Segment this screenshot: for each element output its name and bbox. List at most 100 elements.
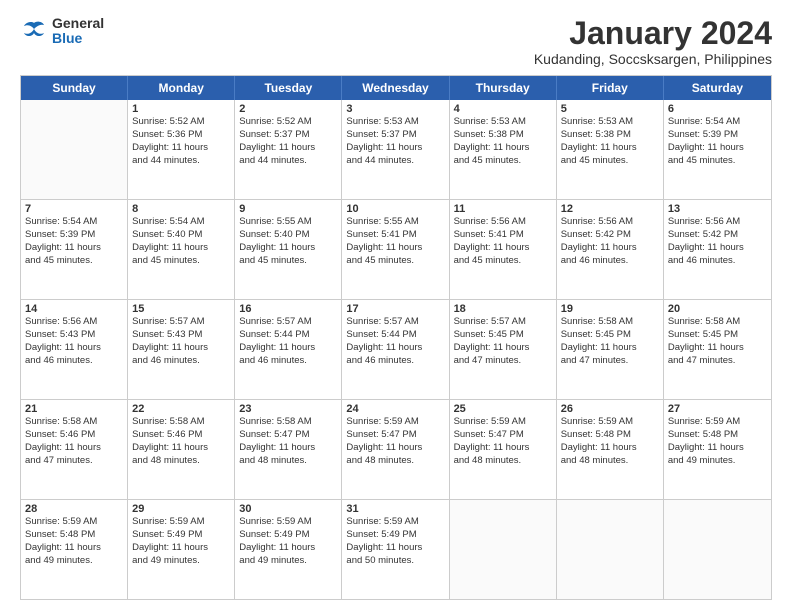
cell-line: and 49 minutes.	[668, 455, 767, 468]
cell-line: Sunset: 5:44 PM	[346, 329, 444, 342]
calendar-cell: 16Sunrise: 5:57 AMSunset: 5:44 PMDayligh…	[235, 300, 342, 399]
cell-line: Daylight: 11 hours	[25, 342, 123, 355]
cell-line: Sunset: 5:37 PM	[346, 129, 444, 142]
day-number: 22	[132, 403, 230, 415]
calendar-cell: 3Sunrise: 5:53 AMSunset: 5:37 PMDaylight…	[342, 100, 449, 199]
calendar-cell: 5Sunrise: 5:53 AMSunset: 5:38 PMDaylight…	[557, 100, 664, 199]
cell-line: and 47 minutes.	[668, 355, 767, 368]
cell-line: and 47 minutes.	[561, 355, 659, 368]
day-number: 15	[132, 303, 230, 315]
calendar-cell: 22Sunrise: 5:58 AMSunset: 5:46 PMDayligh…	[128, 400, 235, 499]
logo-text: General Blue	[52, 16, 104, 47]
calendar-cell: 17Sunrise: 5:57 AMSunset: 5:44 PMDayligh…	[342, 300, 449, 399]
cell-line: Daylight: 11 hours	[346, 342, 444, 355]
cell-line: Sunset: 5:47 PM	[454, 429, 552, 442]
cell-line: Sunrise: 5:56 AM	[454, 216, 552, 229]
cell-line: Sunrise: 5:53 AM	[454, 116, 552, 129]
day-number: 4	[454, 103, 552, 115]
calendar-cell: 30Sunrise: 5:59 AMSunset: 5:49 PMDayligh…	[235, 500, 342, 599]
cell-line: Daylight: 11 hours	[561, 242, 659, 255]
day-number: 2	[239, 103, 337, 115]
cell-line: Sunset: 5:41 PM	[346, 229, 444, 242]
calendar-cell: 8Sunrise: 5:54 AMSunset: 5:40 PMDaylight…	[128, 200, 235, 299]
cell-line: and 46 minutes.	[668, 255, 767, 268]
cell-line: Daylight: 11 hours	[132, 242, 230, 255]
cell-line: Sunset: 5:43 PM	[132, 329, 230, 342]
cell-line: Sunset: 5:41 PM	[454, 229, 552, 242]
day-number: 9	[239, 203, 337, 215]
cell-line: Sunrise: 5:59 AM	[454, 416, 552, 429]
day-number: 26	[561, 403, 659, 415]
header-day-sunday: Sunday	[21, 76, 128, 100]
cell-line: Daylight: 11 hours	[132, 442, 230, 455]
cell-line: Sunrise: 5:56 AM	[561, 216, 659, 229]
cell-line: and 45 minutes.	[454, 255, 552, 268]
day-number: 1	[132, 103, 230, 115]
cell-line: Daylight: 11 hours	[25, 442, 123, 455]
cell-line: Sunset: 5:40 PM	[132, 229, 230, 242]
calendar-cell: 4Sunrise: 5:53 AMSunset: 5:38 PMDaylight…	[450, 100, 557, 199]
cell-line: and 45 minutes.	[25, 255, 123, 268]
calendar-cell: 2Sunrise: 5:52 AMSunset: 5:37 PMDaylight…	[235, 100, 342, 199]
calendar-cell: 24Sunrise: 5:59 AMSunset: 5:47 PMDayligh…	[342, 400, 449, 499]
calendar-row-3: 21Sunrise: 5:58 AMSunset: 5:46 PMDayligh…	[21, 400, 771, 500]
day-number: 27	[668, 403, 767, 415]
cell-line: Sunset: 5:46 PM	[132, 429, 230, 442]
cell-line: Sunset: 5:47 PM	[346, 429, 444, 442]
cell-line: Sunset: 5:43 PM	[25, 329, 123, 342]
cell-line: and 46 minutes.	[561, 255, 659, 268]
calendar-row-4: 28Sunrise: 5:59 AMSunset: 5:48 PMDayligh…	[21, 500, 771, 599]
day-number: 31	[346, 503, 444, 515]
day-number: 23	[239, 403, 337, 415]
cell-line: Sunrise: 5:56 AM	[25, 316, 123, 329]
calendar-cell: 18Sunrise: 5:57 AMSunset: 5:45 PMDayligh…	[450, 300, 557, 399]
cell-line: Sunset: 5:42 PM	[561, 229, 659, 242]
title-block: January 2024 Kudanding, Soccsksargen, Ph…	[534, 16, 772, 67]
cell-line: and 46 minutes.	[346, 355, 444, 368]
cell-line: Daylight: 11 hours	[668, 242, 767, 255]
cell-line: and 49 minutes.	[25, 555, 123, 568]
cell-line: Sunrise: 5:52 AM	[239, 116, 337, 129]
day-number: 16	[239, 303, 337, 315]
calendar-cell: 26Sunrise: 5:59 AMSunset: 5:48 PMDayligh…	[557, 400, 664, 499]
cell-line: and 47 minutes.	[454, 355, 552, 368]
day-number: 8	[132, 203, 230, 215]
header: General Blue January 2024 Kudanding, Soc…	[20, 16, 772, 67]
cell-line: Sunrise: 5:57 AM	[132, 316, 230, 329]
cell-line: Sunset: 5:48 PM	[561, 429, 659, 442]
calendar-cell: 11Sunrise: 5:56 AMSunset: 5:41 PMDayligh…	[450, 200, 557, 299]
day-number: 17	[346, 303, 444, 315]
cell-line: Sunset: 5:45 PM	[561, 329, 659, 342]
day-number: 24	[346, 403, 444, 415]
cell-line: Sunrise: 5:53 AM	[346, 116, 444, 129]
cell-line: Daylight: 11 hours	[454, 442, 552, 455]
day-number: 12	[561, 203, 659, 215]
cell-line: Daylight: 11 hours	[346, 442, 444, 455]
day-number: 18	[454, 303, 552, 315]
cell-line: and 44 minutes.	[346, 155, 444, 168]
calendar-cell	[664, 500, 771, 599]
cell-line: and 46 minutes.	[25, 355, 123, 368]
cell-line: and 46 minutes.	[132, 355, 230, 368]
logo: General Blue	[20, 16, 104, 47]
cell-line: Sunset: 5:39 PM	[25, 229, 123, 242]
calendar-cell: 31Sunrise: 5:59 AMSunset: 5:49 PMDayligh…	[342, 500, 449, 599]
day-number: 19	[561, 303, 659, 315]
cell-line: and 48 minutes.	[346, 455, 444, 468]
cell-line: Daylight: 11 hours	[454, 342, 552, 355]
calendar-row-0: 1Sunrise: 5:52 AMSunset: 5:36 PMDaylight…	[21, 100, 771, 200]
calendar-row-1: 7Sunrise: 5:54 AMSunset: 5:39 PMDaylight…	[21, 200, 771, 300]
cell-line: Daylight: 11 hours	[454, 242, 552, 255]
day-number: 14	[25, 303, 123, 315]
cell-line: Daylight: 11 hours	[25, 242, 123, 255]
cell-line: Sunrise: 5:58 AM	[561, 316, 659, 329]
logo-general: General	[52, 16, 104, 31]
cell-line: Daylight: 11 hours	[132, 342, 230, 355]
cell-line: and 50 minutes.	[346, 555, 444, 568]
cell-line: and 47 minutes.	[25, 455, 123, 468]
cell-line: Sunset: 5:40 PM	[239, 229, 337, 242]
cell-line: Daylight: 11 hours	[239, 142, 337, 155]
cell-line: Daylight: 11 hours	[668, 342, 767, 355]
cell-line: and 48 minutes.	[561, 455, 659, 468]
header-day-thursday: Thursday	[450, 76, 557, 100]
